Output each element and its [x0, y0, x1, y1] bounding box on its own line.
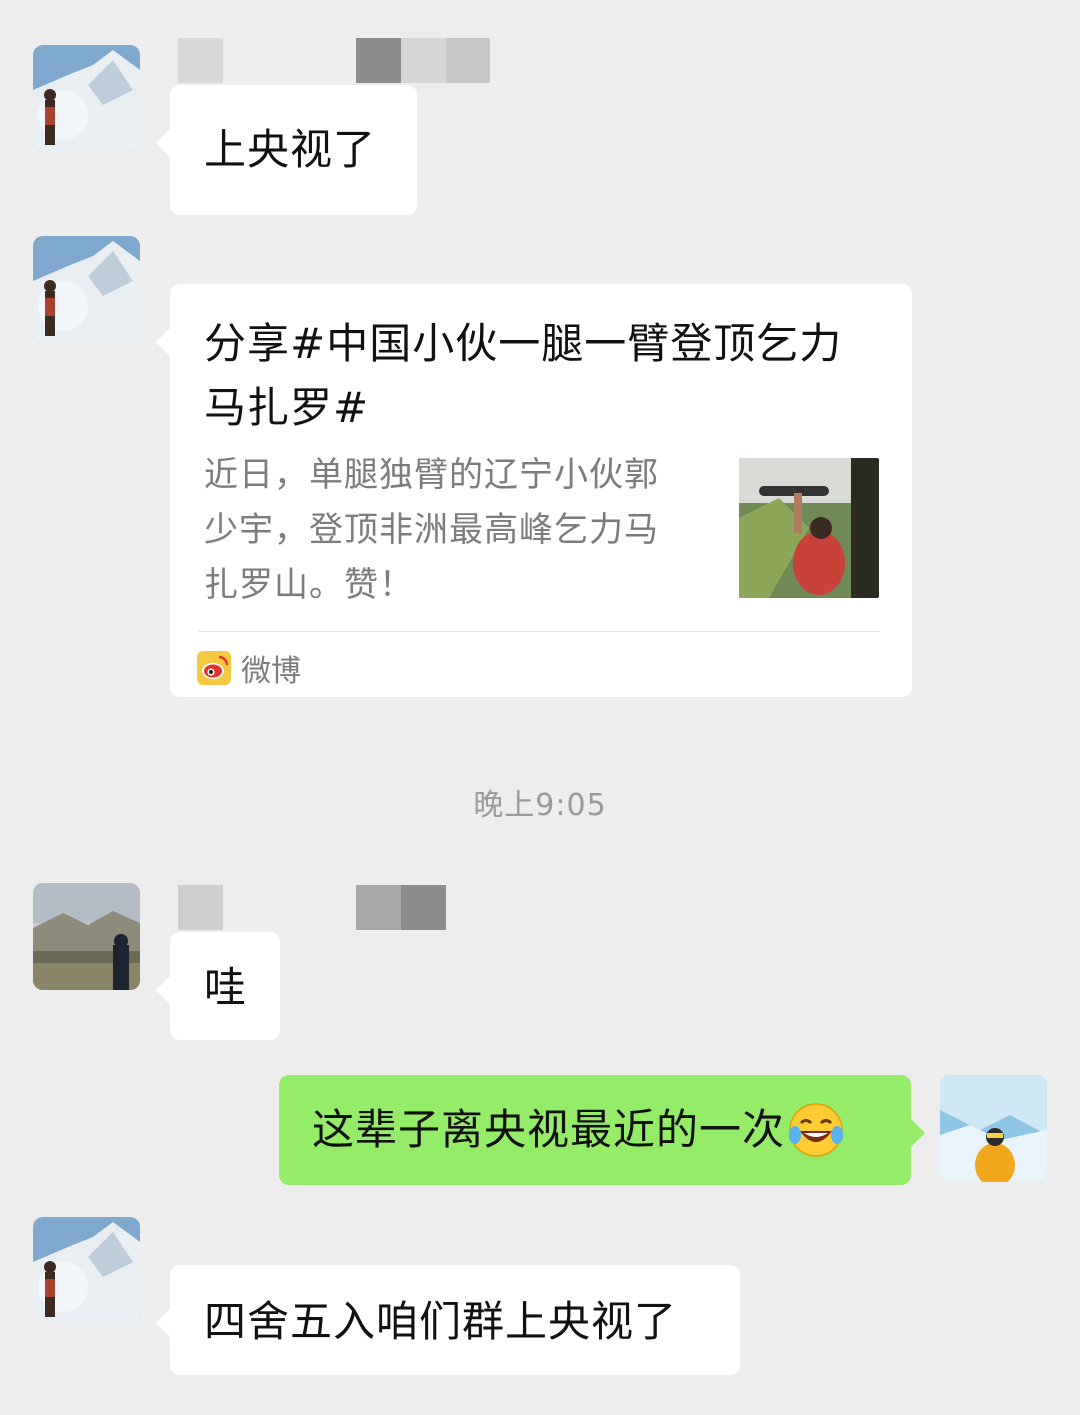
avatar[interactable] — [33, 45, 140, 152]
outgoing-message-bubble[interactable]: 这辈子离央视最近的一次 — [279, 1075, 925, 1185]
card-source-label: 微博 — [241, 654, 301, 689]
sender-name-redacted — [178, 38, 490, 83]
mountain-avatar-image — [33, 45, 140, 152]
avatar[interactable] — [33, 236, 140, 343]
message-text: 哇 — [204, 963, 248, 1012]
laughing-tears-icon — [789, 1103, 844, 1157]
avatar[interactable] — [940, 1075, 1047, 1182]
card-thumbnail — [739, 458, 879, 598]
shared-link-card[interactable]: 分享#中国小伙一腿一臂登顶乞力马扎罗# 近日，单腿独臂的辽宁小伙郭少宇，登顶非洲… — [156, 284, 912, 697]
weibo-icon — [197, 651, 231, 685]
card-description: 近日，单腿独臂的辽宁小伙郭少宇，登顶非洲最高峰乞力马扎罗山。赞！ — [204, 455, 659, 605]
glacier-avatar-image — [940, 1075, 1047, 1182]
card-title: 分享#中国小伙一腿一臂登顶乞力马扎罗# — [204, 319, 843, 432]
message-text: 上央视了 — [204, 125, 377, 174]
card-source: 微博 — [197, 646, 301, 690]
climber-photo-image — [739, 458, 879, 598]
avatar[interactable] — [33, 1217, 140, 1324]
message-text: 四舍五入咱们群上央视了 — [204, 1297, 678, 1346]
message-bubble[interactable]: 哇 — [156, 932, 280, 1040]
mountain-avatar-image — [33, 1217, 140, 1324]
sender-name-redacted — [178, 885, 446, 930]
message-bubble[interactable]: 四舍五入咱们群上央视了 — [156, 1265, 740, 1375]
message-bubble[interactable]: 上央视了 — [156, 85, 417, 215]
card-divider — [198, 631, 880, 632]
avatar[interactable] — [33, 883, 140, 990]
timestamp: 晚上9:05 — [473, 788, 607, 823]
message-text: 这辈子离央视最近的一次 — [312, 1105, 786, 1154]
landscape-avatar-image — [33, 883, 140, 990]
mountain-avatar-image — [33, 236, 140, 343]
